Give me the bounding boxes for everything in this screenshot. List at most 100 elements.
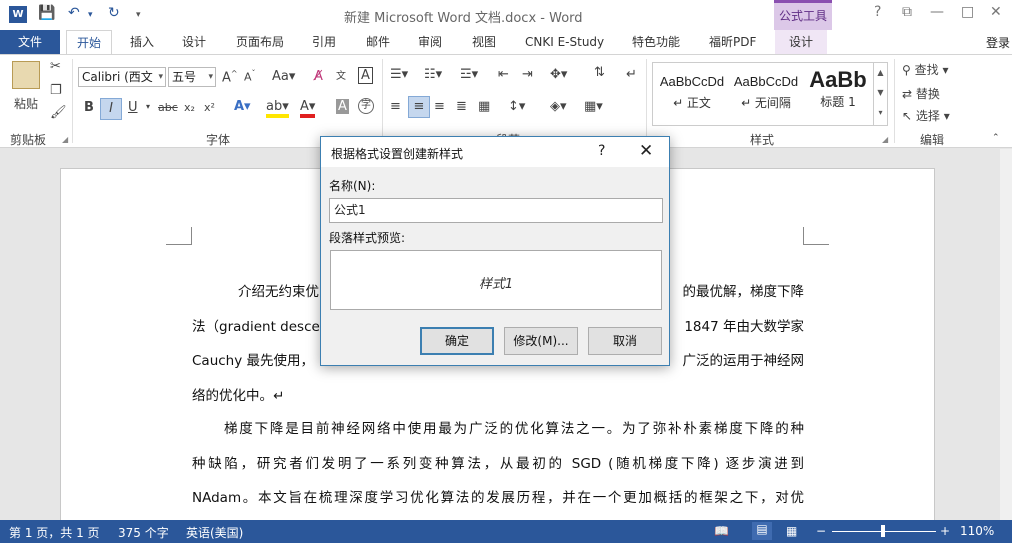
vertical-scrollbar[interactable] [1000,149,1012,520]
show-marks-icon[interactable]: ↵ [626,67,637,82]
zoom-in-button[interactable]: + [940,524,950,538]
sort-icon[interactable]: ⇅ [594,65,605,80]
styles-launcher-icon[interactable]: ◢ [882,135,888,144]
tab-page-layout[interactable]: 页面布局 [236,30,284,54]
redo-icon[interactable]: ↻ [108,5,120,21]
multilevel-list-icon[interactable]: ☲▾ [460,67,478,82]
bold-button[interactable]: B [84,100,94,115]
numbering-icon[interactable]: ☷▾ [424,67,442,82]
subscript-button[interactable]: x₂ [184,101,195,114]
cut-icon[interactable]: ✂ [50,59,61,74]
enclose-characters-icon[interactable]: 字 [358,98,374,114]
tab-design[interactable]: 设计 [182,30,206,54]
copy-icon[interactable]: ❐ [50,83,62,98]
ok-button[interactable]: 确定 [420,327,494,355]
italic-button[interactable]: I [100,98,122,120]
more-styles-icon[interactable]: ▾ [874,103,887,123]
zoom-level[interactable]: 110% [960,524,994,538]
clear-formatting-icon[interactable]: A̸ [314,69,323,84]
tab-review[interactable]: 审阅 [418,30,442,54]
dialog-close-button[interactable]: ✕ [639,141,653,161]
tab-file[interactable]: 文件 [0,30,60,54]
phonetic-guide-icon[interactable]: 文 [336,67,346,82]
ribbon-display-options-button[interactable]: ⧉ [902,4,912,20]
shrink-font-icon[interactable]: Aˇ [244,69,256,84]
underline-button[interactable]: U [128,100,138,115]
collapse-ribbon-icon[interactable]: ⌃ [992,133,1000,143]
close-button[interactable]: ✕ [990,4,1002,20]
read-mode-icon[interactable]: 📖 [714,524,729,538]
print-layout-icon[interactable]: ▤ [752,522,772,540]
shading-icon[interactable]: ◈▾ [550,99,567,114]
increase-indent-icon[interactable]: ⇥ [522,67,533,82]
tab-special-features[interactable]: 特色功能 [632,30,680,54]
align-left-icon[interactable]: ≡ [390,99,401,114]
underline-dropdown-icon[interactable]: ▾ [146,102,150,111]
highlight-color-icon[interactable]: ab▾ [266,99,289,118]
undo-dropdown-icon[interactable]: ▾ [88,10,93,20]
superscript-button[interactable]: x² [204,101,215,114]
font-color-icon[interactable]: A▾ [300,99,316,118]
tab-references[interactable]: 引用 [312,30,336,54]
help-button[interactable]: ? [874,4,881,20]
format-painter-icon[interactable]: 🖌 [50,105,67,120]
replace-button[interactable]: ⇄ 替换 [902,85,940,102]
chinese-layout-icon[interactable]: ✥▾ [550,67,567,82]
line-spacing-icon[interactable]: ↕▾ [508,99,525,114]
justify-icon[interactable]: ≣ [456,99,467,114]
page-count[interactable]: 第 1 页，共 1 页 [9,524,100,541]
replace-label: 替换 [915,87,940,101]
style-name-input[interactable]: 公式1 [329,198,663,223]
borders-icon[interactable]: ▦▾ [584,99,603,114]
text-effects-icon[interactable]: A▾ [234,99,251,114]
tab-mailings[interactable]: 邮件 [366,30,390,54]
style-heading-1[interactable]: AaBb 标题 1 [803,63,873,125]
find-button[interactable]: ⚲ 查找 ▾ [902,61,948,78]
align-right-icon[interactable]: ≡ [434,99,445,114]
styles-gallery-scroll[interactable]: ▲ ▼ ▾ [873,63,887,125]
grow-font-icon[interactable]: A^ [222,69,238,85]
distributed-icon[interactable]: ▦ [478,99,490,114]
tab-home[interactable]: 开始 [66,30,113,54]
tab-insert[interactable]: 插入 [130,30,154,54]
align-center-icon[interactable]: ≡ [408,96,430,118]
minimize-button[interactable]: — [930,4,944,20]
strikethrough-button[interactable]: abc [158,101,178,114]
tab-view[interactable]: 视图 [472,30,496,54]
decrease-indent-icon[interactable]: ⇤ [498,67,509,82]
sign-in-link[interactable]: 登录 [986,34,1010,51]
character-border-icon[interactable]: A [358,67,373,84]
word-app-icon[interactable]: W [9,6,27,23]
scroll-up-icon[interactable]: ▲ [874,63,887,83]
maximize-button[interactable]: □ [961,4,974,20]
word-count[interactable]: 375 个字 [118,524,169,541]
font-name-combo[interactable]: Calibri (西文 ▾ [78,67,166,87]
zoom-out-button[interactable]: − [816,524,826,538]
style-normal[interactable]: AaBbCcDd ↵ 正文 [655,63,729,125]
change-case-icon[interactable]: Aa▾ [272,69,295,84]
tab-equation-design[interactable]: 设计 [775,30,828,54]
preview-label: 段落样式预览: [329,231,406,245]
modify-button[interactable]: 修改(M)... [504,327,578,355]
dialog-help-button[interactable]: ? [598,143,605,159]
tab-foxit-pdf[interactable]: 福昕PDF [709,30,756,54]
margin-corner-mark [166,227,192,245]
language-indicator[interactable]: 英语(美国) [186,524,243,541]
save-icon[interactable]: 💾 [38,5,55,21]
web-layout-icon[interactable]: ▦ [786,524,797,538]
paste-button-label[interactable]: 粘贴 [14,95,38,112]
undo-icon[interactable]: ↶ [68,5,80,21]
scroll-down-icon[interactable]: ▼ [874,83,887,103]
paste-icon[interactable] [12,61,40,89]
dialog-title-bar[interactable]: 根据格式设置创建新样式 ? ✕ [321,137,669,167]
bullets-icon[interactable]: ☰▾ [390,67,408,82]
font-size-combo[interactable]: 五号 ▾ [168,67,216,87]
clipboard-launcher-icon[interactable]: ◢ [62,135,68,144]
character-shading-icon[interactable]: A [336,99,349,114]
select-button[interactable]: ↖ 选择 ▾ [902,107,950,124]
cancel-button[interactable]: 取消 [588,327,662,355]
style-no-spacing[interactable]: AaBbCcDd ↵ 无间隔 [729,63,803,125]
customize-qat-icon[interactable]: ▾ [136,10,141,20]
tab-cnki[interactable]: CNKI E-Study [525,30,604,54]
zoom-slider-thumb[interactable] [881,525,885,537]
